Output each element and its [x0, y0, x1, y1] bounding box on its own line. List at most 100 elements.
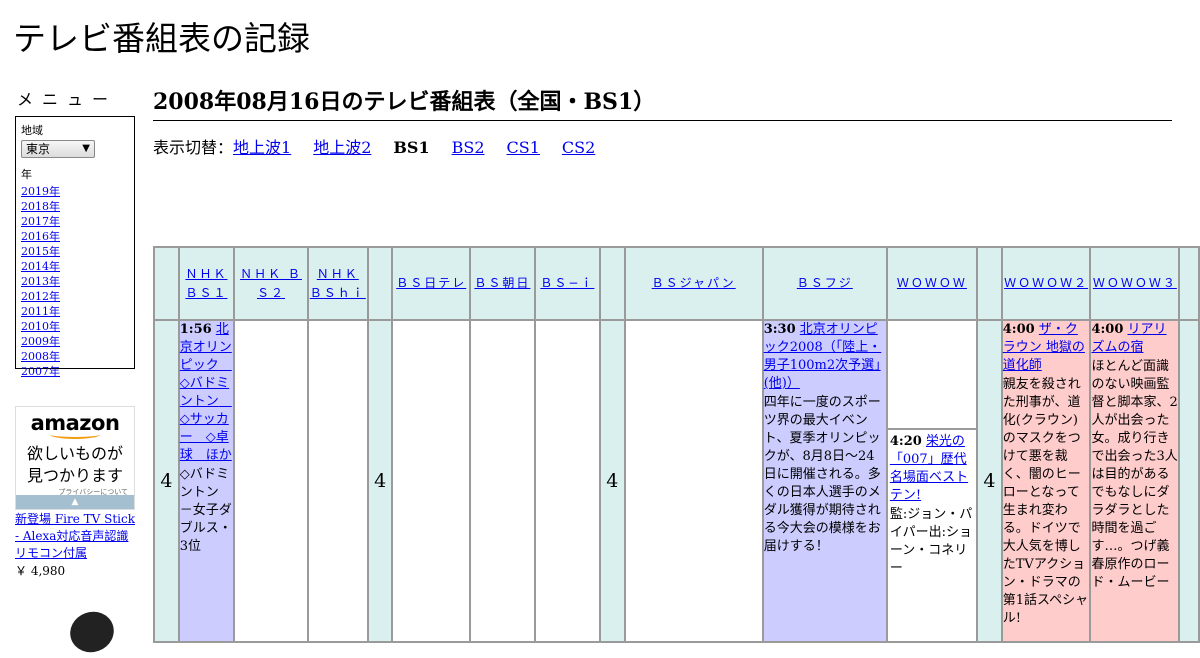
- empty-slot: [887, 321, 977, 430]
- year-link[interactable]: 2011年: [21, 305, 60, 318]
- switch-link[interactable]: 地上波1: [233, 138, 291, 157]
- channel-link-bs-japan[interactable]: ＢＳジャパン: [652, 276, 736, 290]
- channel-link-bs-nittele[interactable]: ＢＳ日テレ: [396, 276, 466, 290]
- hour-cell: [1178, 319, 1200, 643]
- display-switcher: 表示切替：地上波1 地上波2 BS1 BS2 CS1 CS2: [153, 134, 617, 158]
- program-cell-wowow2: 4:00 ザ・クラウン 地獄の道化師 親友を殺された刑事が、道化(クラウン)のマ…: [1000, 319, 1092, 643]
- year-link[interactable]: 2016年: [21, 230, 60, 243]
- hour-header-cell: [598, 246, 626, 321]
- year-link[interactable]: 2019年: [21, 185, 60, 198]
- amazon-ad-banner[interactable]: amazon 欲しいものが 見つかります プライバシーについて ▲: [15, 406, 135, 510]
- year-link[interactable]: 2010年: [21, 320, 60, 333]
- program-description: 監:ジョン・パイパー出:ショーン・コネリー: [889, 507, 973, 576]
- empty-cell: [533, 319, 601, 643]
- channel-link-bs-asahi[interactable]: ＢＳ朝日: [474, 276, 530, 290]
- program-time: 4:00: [1002, 322, 1035, 337]
- program-slot: 4:20 栄光の「007」歴代名場面ベストテン! 監:ジョン・パイパー出:ショー…: [888, 430, 976, 581]
- year-list-item: 2010年: [21, 319, 129, 334]
- chevron-down-icon: ▼: [82, 143, 90, 154]
- channel-header-row: ＮＨＫ ＢＳ１ ＮＨＫ ＢＳ２ ＮＨＫ ＢＳｈｉ ＢＳ日テレ ＢＳ朝日 ＢＳ−ｉ…: [153, 246, 1200, 321]
- program-description: 親友を殺された刑事が、道化(クラウン)のマスクをつけて悪を裁く、闇のヒーローとな…: [1002, 377, 1089, 626]
- year-list-item: 2014年: [21, 259, 129, 274]
- program-time: 4:20: [889, 434, 922, 449]
- empty-cell: [233, 319, 309, 643]
- empty-cell: [623, 319, 764, 643]
- year-list: 2019年 2018年 2017年 2016年 2015年 2014年 2013年 2012年…: [21, 184, 129, 379]
- region-select-value: 東京: [26, 142, 51, 156]
- year-list-item: 2019年: [21, 184, 129, 199]
- year-list-item: 2008年: [21, 349, 129, 364]
- ad-tagline-line1: 欲しいものが: [26, 444, 123, 463]
- hour-header-cell: [153, 246, 180, 321]
- hour-cell: 4: [153, 319, 180, 643]
- switch-link[interactable]: BS2: [452, 138, 485, 157]
- page-title: 2008年08月16日のテレビ番組表（全国・BS1）: [153, 84, 1172, 121]
- hour-header-cell: [366, 246, 394, 321]
- empty-cell: [469, 319, 536, 643]
- program-description: 四年に一度のスポーツ界の最大イベント、夏季オリンピックが、8月8日～24日に開催…: [763, 395, 881, 554]
- program-description: ◇バドミントン －女子ダブルス・3位: [179, 467, 232, 554]
- region-select[interactable]: 東京 ▼: [21, 140, 95, 158]
- hour-cell: 4: [598, 319, 626, 643]
- region-label: 地域: [21, 124, 43, 137]
- switch-current: BS1: [393, 138, 430, 157]
- program-description: ほとんど面識のない映画監督と脚本家、2人が出会った女。成り行きで出会った3人は目…: [1091, 359, 1178, 590]
- program-cell-bs-fuji: 3:30 北京オリンピック2008（「陸上・男子100m2次予選」(他)） 四年…: [761, 319, 888, 643]
- channel-link-nhk-bs1[interactable]: ＮＨＫ ＢＳ１: [185, 267, 227, 300]
- menu-heading: メニュー: [17, 90, 118, 109]
- year-link[interactable]: 2015年: [21, 245, 60, 258]
- program-cell-wowow3: 4:00 リアリズムの宿 ほとんど面識のない映画監督と脚本家、2人が出会った女。…: [1089, 319, 1181, 643]
- program-cell-wowow: 4:20 栄光の「007」歴代名場面ベストテン! 監:ジョン・パイパー出:ショー…: [885, 319, 979, 643]
- program-time: 4:00: [1091, 322, 1124, 337]
- year-list-item: 2007年: [21, 364, 129, 379]
- hour-cell: 4: [366, 319, 394, 643]
- year-list-item: 2012年: [21, 289, 129, 304]
- year-link[interactable]: 2012年: [21, 290, 60, 303]
- channel-link-bs-fuji[interactable]: ＢＳフジ: [797, 276, 853, 290]
- year-link[interactable]: 2007年: [21, 365, 60, 378]
- menu-box: 地域 東京 ▼ 年 2019年 2018年 2017年 2016年 2015年 2014年…: [15, 116, 135, 378]
- site-title: テレビ番組表の記録: [13, 19, 310, 58]
- hour-header-cell: [976, 246, 1003, 321]
- ad-tagline-line2: 見つかります: [26, 466, 123, 485]
- channel-link-nhk-bshi[interactable]: ＮＨＫ ＢＳｈｉ: [310, 267, 366, 300]
- hour-header-cell: [1178, 246, 1200, 321]
- channel-link-nhk-bs2[interactable]: ＮＨＫ ＢＳ２: [240, 267, 302, 300]
- sidebar: メニュー 地域 東京 ▼ 年 2019年 2018年 2017年 2016年 2015年…: [15, 86, 135, 378]
- year-link[interactable]: 2009年: [21, 335, 60, 348]
- channel-link-wowow2[interactable]: ＷＯＷＯＷ２: [1004, 276, 1088, 290]
- year-list-item: 2018年: [21, 199, 129, 214]
- program-time: 3:30: [763, 322, 796, 337]
- fire-tv-remote-image: [64, 605, 120, 658]
- hour-cell: 4: [976, 319, 1003, 643]
- switch-link[interactable]: 地上波2: [313, 138, 371, 157]
- ad-scroll-bar: ▲: [16, 495, 134, 509]
- year-link[interactable]: 2013年: [21, 275, 60, 288]
- switch-link[interactable]: CS1: [507, 138, 540, 157]
- year-list-item: 2009年: [21, 334, 129, 349]
- ad-product-link[interactable]: 新登場 Fire TV Stick - Alexa対応音声認識リモコン付属: [15, 511, 135, 562]
- channel-link-wowow[interactable]: ＷＯＷＯＷ: [897, 276, 967, 290]
- ad-tagline: 欲しいものが 見つかります: [16, 443, 134, 487]
- channel-link-wowow3[interactable]: ＷＯＷＯＷ３: [1093, 276, 1177, 290]
- year-link[interactable]: 2018年: [21, 200, 60, 213]
- program-cell-nhk-bs1: 1:56 北京オリンピック ◇バドミントン ◇サッカー ◇卓球 ほか ◇バドミン…: [177, 319, 236, 643]
- year-link[interactable]: 2008年: [21, 350, 60, 363]
- program-time: 1:56: [179, 322, 212, 337]
- year-link[interactable]: 2017年: [21, 215, 60, 228]
- channel-link-bs-i[interactable]: ＢＳ−ｉ: [540, 276, 594, 290]
- switch-link[interactable]: CS2: [562, 138, 595, 157]
- ad-price: ￥ 4,980: [15, 564, 66, 578]
- year-list-item: 2017年: [21, 214, 129, 229]
- year-list-item: 2015年: [21, 244, 129, 259]
- year-list-item: 2013年: [21, 274, 129, 289]
- schedule-row: 4 1:56 北京オリンピック ◇バドミントン ◇サッカー ◇卓球 ほか ◇バド…: [153, 319, 1200, 643]
- empty-cell: [391, 319, 471, 643]
- amazon-logo: amazon: [30, 411, 120, 435]
- empty-cell: [306, 319, 369, 643]
- year-link[interactable]: 2014年: [21, 260, 60, 273]
- year-label: 年: [21, 168, 32, 181]
- year-list-item: 2011年: [21, 304, 129, 319]
- year-list-item: 2016年: [21, 229, 129, 244]
- program-title-link[interactable]: 北京オリンピック ◇バドミントン ◇サッカー ◇卓球 ほか: [180, 322, 232, 463]
